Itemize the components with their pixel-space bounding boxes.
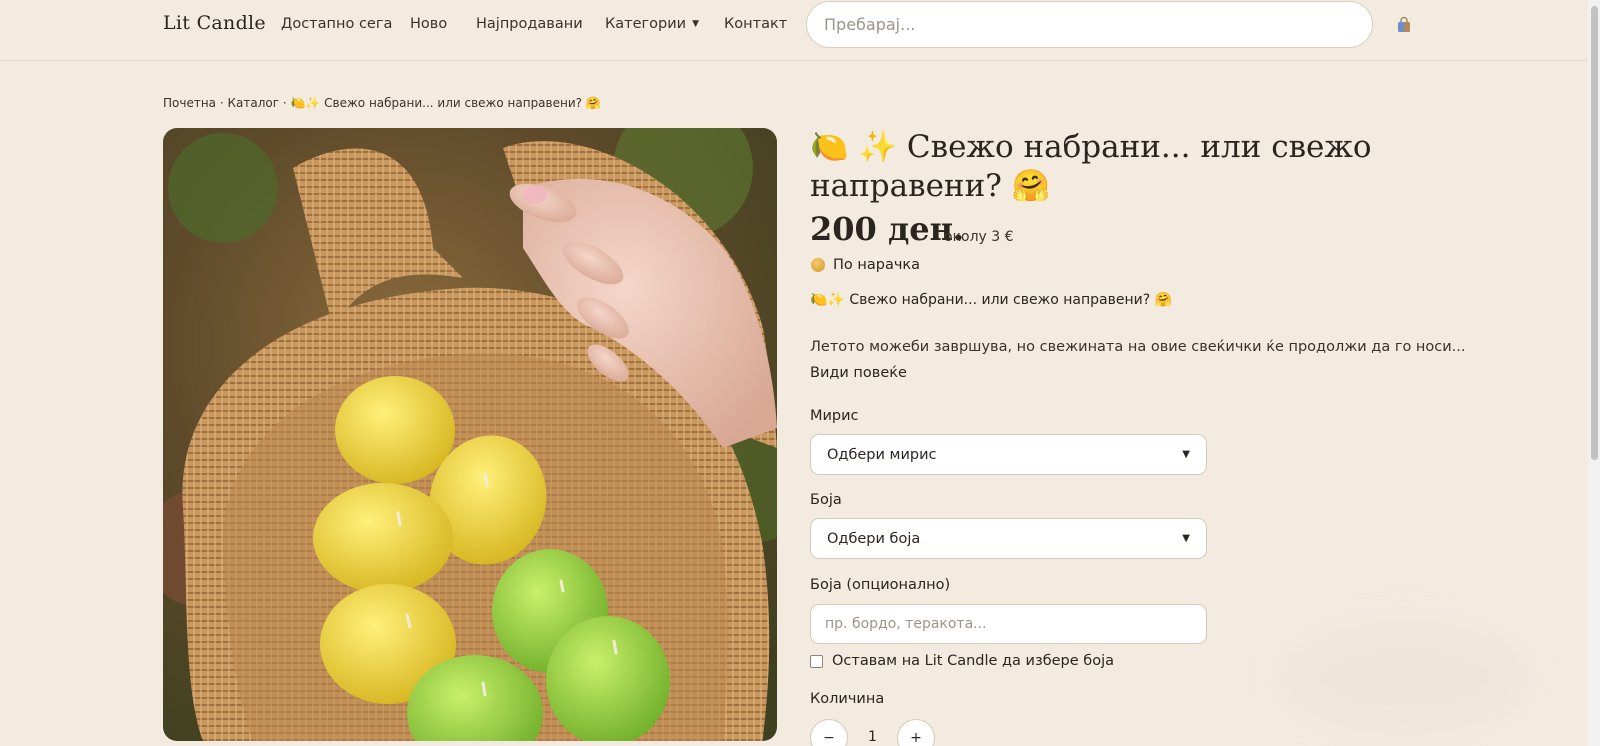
breadcrumb[interactable]: Почетна · Каталог · 🍋✨ Свежо набрани... … <box>163 96 601 110</box>
caret-down-icon: ▼ <box>692 19 700 29</box>
scent-select-value: Одбери мирис <box>827 446 937 463</box>
availability-status: По нарачка <box>833 257 921 273</box>
nav-categories[interactable]: Категории ▼ <box>605 16 699 32</box>
product-subline: 🍋✨ Свежо набрани... или свежо направени?… <box>810 292 1173 308</box>
product-description: Летото можеби завршува, но свежината на … <box>810 339 1466 355</box>
scent-label: Мирис <box>810 408 859 424</box>
color-optional-input[interactable] <box>810 604 1207 644</box>
availability-dot-icon <box>811 258 825 272</box>
checkbox-label[interactable]: Оставам на Lit Candle да избере боја <box>832 653 1114 669</box>
product-image[interactable] <box>163 128 777 741</box>
scrollbar-thumb[interactable] <box>1591 6 1598 460</box>
chevron-down-icon: ▼ <box>1182 533 1190 544</box>
quantity-decrease-button[interactable]: − <box>810 719 848 746</box>
brand-logo[interactable]: Lit Candle <box>163 12 266 34</box>
nav-available-now[interactable]: Достапно сега <box>281 16 392 32</box>
color-label: Боја <box>810 492 842 508</box>
see-more-link[interactable]: Види повеќе <box>810 365 907 381</box>
nav-new[interactable]: Ново <box>410 16 447 32</box>
product-photo <box>163 128 777 741</box>
scent-select[interactable]: Одбери мирис ▼ <box>810 434 1207 475</box>
color-optional-label: Боја (опционално) <box>810 577 951 593</box>
nav-bestsellers[interactable]: Најпродавани <box>476 16 583 32</box>
price-approx: околу 3 € <box>944 229 1014 245</box>
nav-contact[interactable]: Контакт <box>724 16 787 32</box>
product-title: 🍋 ✨ Свежо набрани... или свежо направени… <box>810 129 1372 204</box>
nav-categories-label: Категории <box>605 16 687 32</box>
top-navigation-bar: Lit Candle Достапно сега Ново Најпродава… <box>0 0 1588 61</box>
shopping-bag-icon[interactable] <box>1397 17 1411 33</box>
product-price: 200 ден. <box>810 210 965 248</box>
quantity-increase-button[interactable]: + <box>897 719 935 746</box>
background-blur <box>1280 618 1530 738</box>
let-lit-candle-choose-checkbox[interactable] <box>810 655 823 668</box>
color-select[interactable]: Одбери боја ▼ <box>810 518 1207 559</box>
quantity-label: Количина <box>810 691 885 707</box>
color-select-value: Одбери боја <box>827 530 921 547</box>
search-input[interactable] <box>806 1 1373 48</box>
chevron-down-icon: ▼ <box>1182 449 1190 460</box>
quantity-value[interactable]: 1 <box>868 729 877 745</box>
